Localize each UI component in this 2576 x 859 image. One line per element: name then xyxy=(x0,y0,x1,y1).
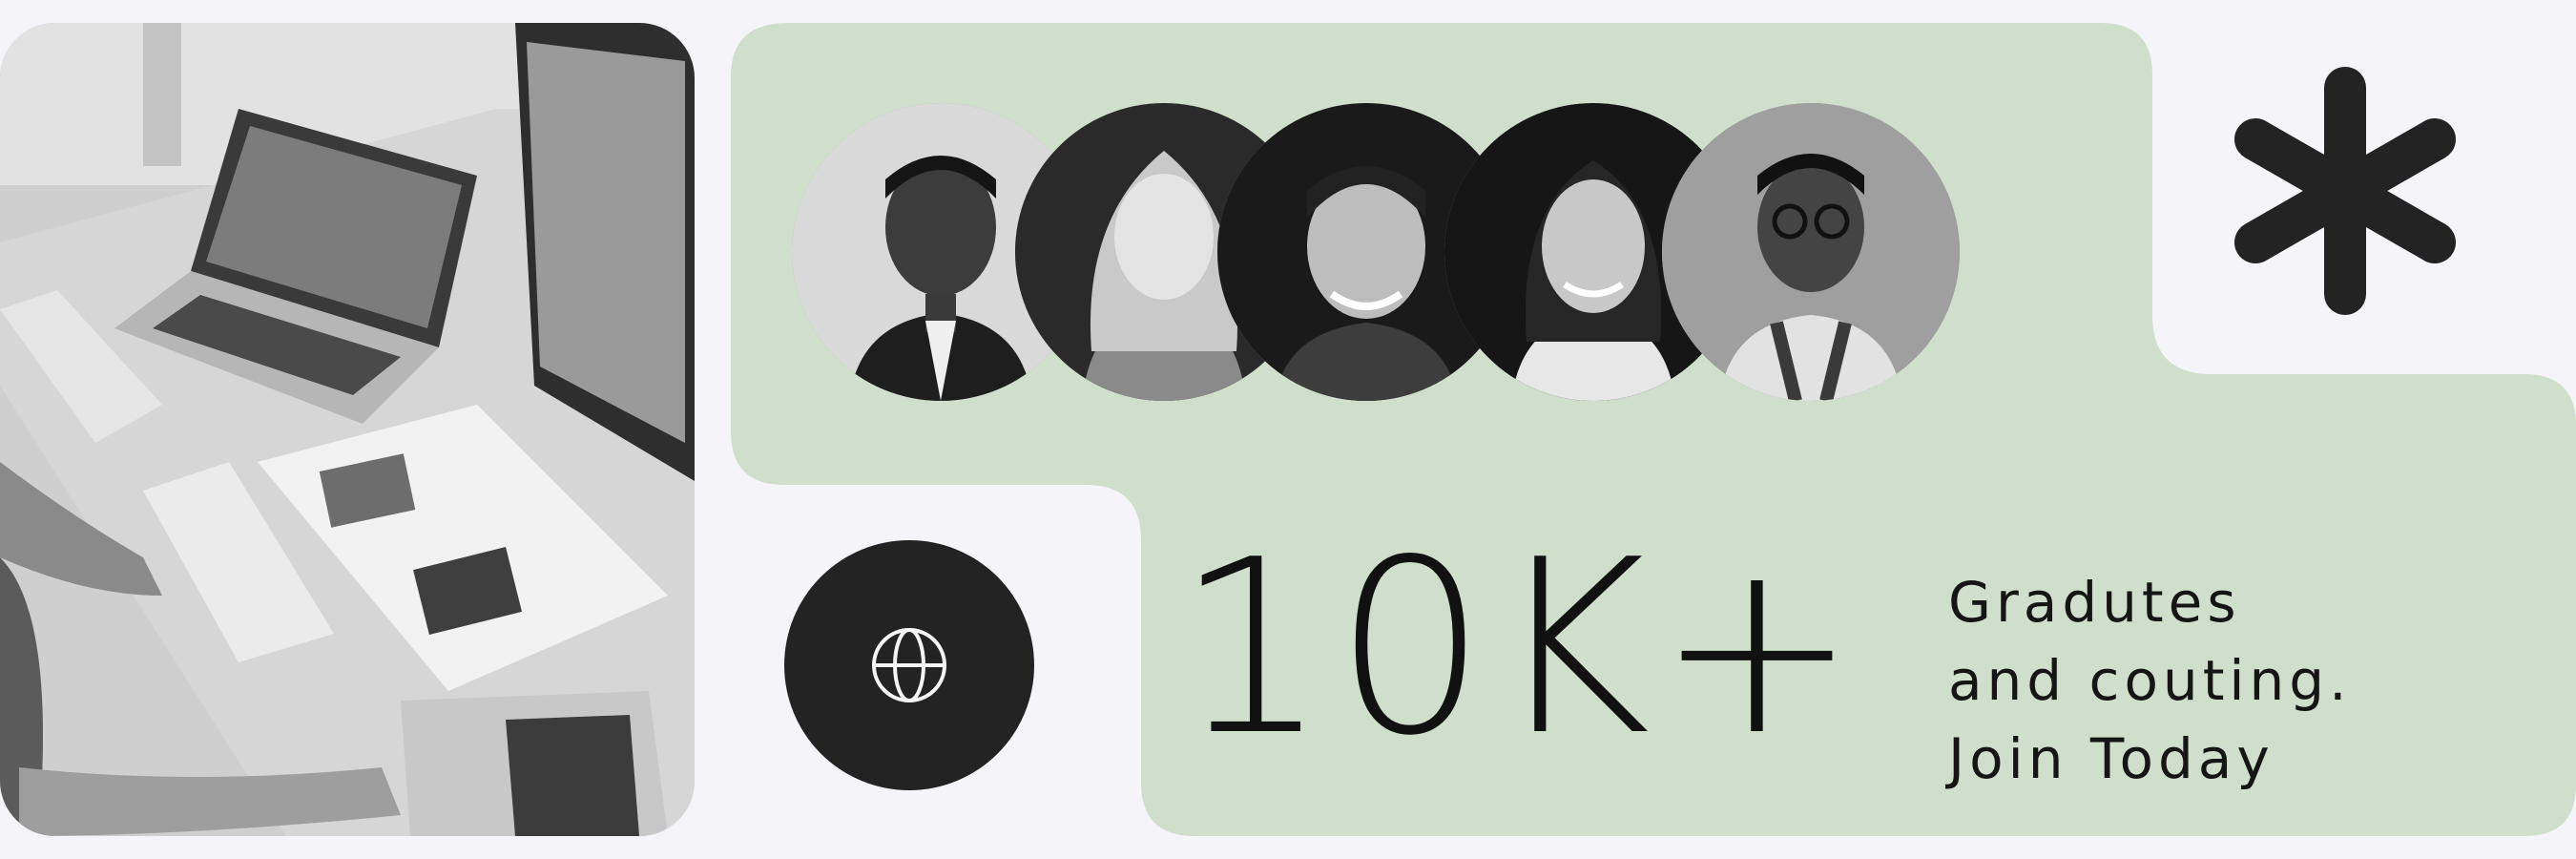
workspace-photo-illustration xyxy=(0,23,695,836)
caption-line: and couting. xyxy=(1948,648,2352,713)
caption-line: Gradutes xyxy=(1948,570,2241,635)
graduate-avatar xyxy=(1662,103,1960,401)
globe-button[interactable] xyxy=(784,540,1034,790)
graduates-caption: Gradutes and couting. Join Today xyxy=(1948,563,2483,798)
caption-line: Join Today xyxy=(1948,726,2275,791)
workspace-photo xyxy=(0,23,695,836)
asterisk-icon xyxy=(2234,67,2456,315)
globe-icon xyxy=(872,628,946,702)
graduates-count: 10K+ xyxy=(1175,509,1864,788)
graduate-portrait-icon xyxy=(1662,103,1960,401)
